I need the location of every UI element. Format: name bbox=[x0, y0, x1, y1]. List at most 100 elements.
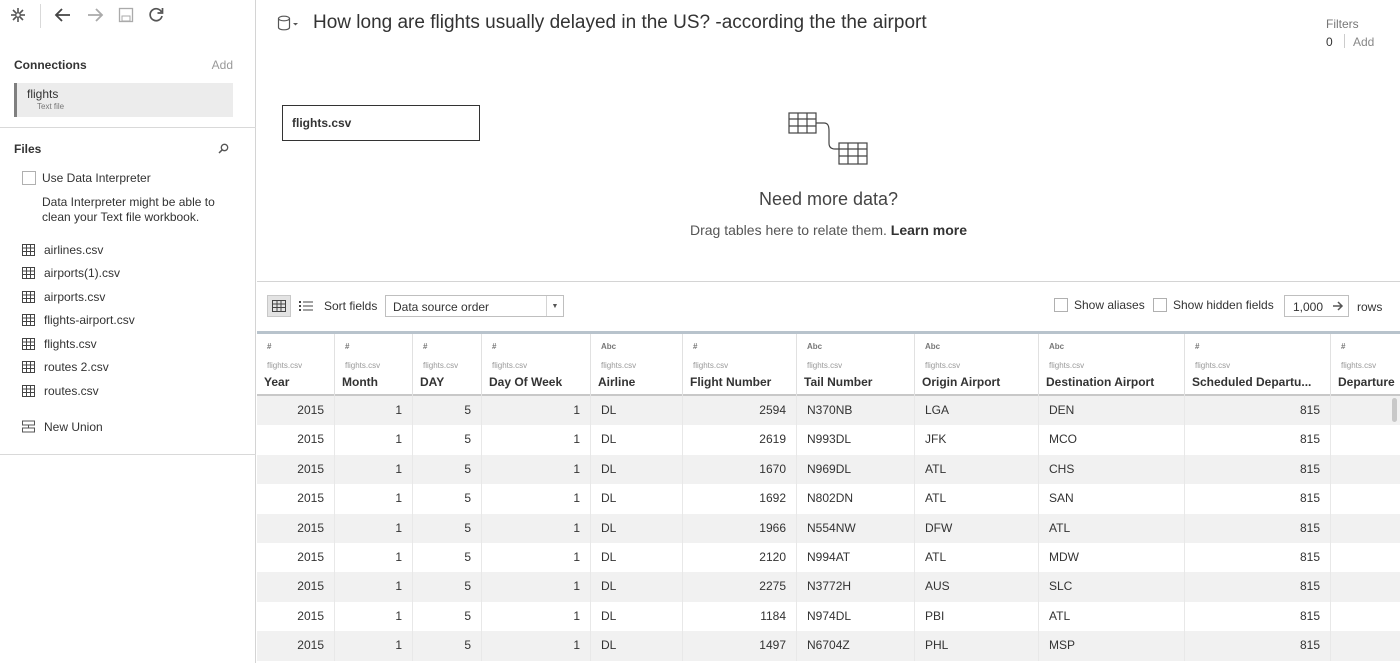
new-union-item[interactable]: New Union bbox=[22, 420, 103, 434]
column-header[interactable]: Abc flights.csv Tail Number bbox=[797, 334, 915, 396]
show-hidden-fields-toggle[interactable]: Show hidden fields bbox=[1153, 298, 1274, 312]
column-name: Scheduled Departu... bbox=[1192, 375, 1312, 389]
use-data-interpreter-checkbox[interactable] bbox=[22, 171, 36, 185]
file-item[interactable]: airlines.csv bbox=[22, 238, 242, 262]
table-cell: 815 bbox=[1185, 454, 1331, 485]
table-cell: N802DN bbox=[797, 484, 915, 514]
string-type-icon[interactable]: Abc bbox=[807, 342, 822, 351]
table-cell: 815 bbox=[1185, 601, 1331, 632]
number-type-icon[interactable]: # bbox=[267, 342, 271, 351]
table-cell: MDW bbox=[1039, 542, 1185, 573]
column-header[interactable]: # flights.csv Year bbox=[257, 334, 335, 396]
file-item[interactable]: routes 2.csv bbox=[22, 356, 242, 380]
column-header[interactable]: # flights.csv Day Of Week bbox=[482, 334, 591, 396]
sort-fields-value: Data source order bbox=[393, 300, 490, 314]
column-source: flights.csv bbox=[693, 361, 729, 370]
table-icon bbox=[22, 267, 36, 280]
arrow-right-icon[interactable] bbox=[1331, 299, 1345, 316]
table-cell: 2015 bbox=[257, 396, 335, 426]
number-type-icon[interactable]: # bbox=[345, 342, 349, 351]
table-cell: 2015 bbox=[257, 572, 335, 602]
file-item[interactable]: flights-airport.csv bbox=[22, 309, 242, 333]
string-type-icon[interactable]: Abc bbox=[925, 342, 940, 351]
table-icon bbox=[22, 384, 36, 397]
number-type-icon[interactable]: # bbox=[1195, 342, 1199, 351]
table-cell: 1184 bbox=[683, 601, 797, 632]
table-cell bbox=[1331, 514, 1400, 543]
back-icon[interactable] bbox=[54, 6, 72, 24]
connection-type: Text file bbox=[37, 102, 65, 111]
file-item[interactable]: airports.csv bbox=[22, 285, 242, 309]
column-header[interactable]: # flights.csv Scheduled Departu... bbox=[1185, 334, 1331, 396]
table-cell bbox=[1331, 396, 1400, 425]
table-cell: 2015 bbox=[257, 601, 335, 632]
table-cell: 1 bbox=[482, 542, 591, 573]
table-cell: MSP bbox=[1039, 631, 1185, 661]
number-type-icon[interactable]: # bbox=[492, 342, 496, 351]
column-header[interactable]: Abc flights.csv Airline bbox=[591, 334, 683, 396]
table-cell: N969DL bbox=[797, 454, 915, 485]
column-header[interactable]: # flights.csv Departure bbox=[1331, 334, 1400, 396]
file-item[interactable]: routes.csv bbox=[22, 379, 242, 403]
file-item[interactable]: flights.csv bbox=[22, 332, 242, 356]
save-icon[interactable] bbox=[117, 6, 135, 24]
table-cell: 5 bbox=[413, 425, 482, 455]
main-area: How long are flights usually delayed in … bbox=[257, 0, 1400, 663]
learn-more-link[interactable]: Learn more bbox=[891, 222, 967, 238]
vertical-scrollbar[interactable] bbox=[1392, 398, 1397, 422]
table-cell: 1 bbox=[335, 542, 413, 573]
search-icon[interactable] bbox=[218, 143, 229, 157]
table-cell: 5 bbox=[413, 454, 482, 485]
data-source-title[interactable]: How long are flights usually delayed in … bbox=[313, 12, 927, 34]
file-name: airports.csv bbox=[44, 289, 106, 304]
show-aliases-toggle[interactable]: Show aliases bbox=[1054, 298, 1145, 312]
table-cell: DL bbox=[591, 631, 683, 661]
forward-icon[interactable] bbox=[86, 6, 104, 24]
number-type-icon[interactable]: # bbox=[693, 342, 697, 351]
canvas-divider[interactable] bbox=[257, 281, 1400, 282]
grid-toolbar: Sort fields Data source order ▼ Show ali… bbox=[267, 294, 1400, 318]
number-type-icon[interactable]: # bbox=[423, 342, 427, 351]
file-item[interactable]: airports(1).csv bbox=[22, 262, 242, 286]
column-header[interactable]: Abc flights.csv Origin Airport bbox=[915, 334, 1039, 396]
column-header[interactable]: Abc flights.csv Destination Airport bbox=[1039, 334, 1185, 396]
grid-body: 2015 1 5 1 DL 2594 N370NB LGA DEN 815 2015 1 5 1 DL 261… bbox=[257, 396, 1400, 661]
table-cell: 815 bbox=[1185, 396, 1331, 426]
table-cell: 5 bbox=[413, 572, 482, 602]
drag-hint-text: Drag tables here to relate them. bbox=[689, 222, 887, 238]
grid-view-icon[interactable] bbox=[267, 295, 291, 317]
use-data-interpreter-label[interactable]: Use Data Interpreter bbox=[42, 171, 151, 185]
table-cell: 1 bbox=[335, 454, 413, 485]
database-icon[interactable] bbox=[277, 15, 299, 31]
show-aliases-checkbox[interactable] bbox=[1054, 298, 1068, 312]
show-hidden-fields-checkbox[interactable] bbox=[1153, 298, 1167, 312]
table-icon bbox=[22, 361, 36, 374]
table-cell: N3772H bbox=[797, 572, 915, 602]
canvas-table[interactable]: flights.csv bbox=[282, 105, 480, 141]
column-header[interactable]: # flights.csv Flight Number bbox=[683, 334, 797, 396]
table-cell: DL bbox=[591, 425, 683, 455]
table-cell: 1 bbox=[482, 631, 591, 661]
table-cell bbox=[1331, 631, 1400, 660]
add-connection-link[interactable]: Add bbox=[212, 58, 233, 72]
table-row: 2015 1 5 1 DL 2120 N994AT ATL MDW 815 bbox=[257, 542, 1400, 573]
column-header[interactable]: # flights.csv Month bbox=[335, 334, 413, 396]
table-cell: ATL bbox=[1039, 601, 1185, 632]
rows-count-input[interactable]: 1,000 bbox=[1284, 295, 1349, 317]
sort-fields-select[interactable]: Data source order ▼ bbox=[385, 295, 564, 317]
table-cell: 5 bbox=[413, 631, 482, 661]
column-name: Origin Airport bbox=[922, 375, 1001, 389]
refresh-icon[interactable] bbox=[147, 6, 165, 24]
string-type-icon[interactable]: Abc bbox=[601, 342, 616, 351]
add-filter-link[interactable]: Add bbox=[1353, 35, 1374, 49]
number-type-icon[interactable]: # bbox=[1341, 342, 1345, 351]
filters-panel: Filters 0 Add bbox=[1326, 17, 1390, 49]
connections-header: Connections Add bbox=[14, 58, 233, 74]
files-title: Files bbox=[14, 142, 42, 156]
tableau-logo-icon[interactable] bbox=[9, 6, 27, 24]
connection-item[interactable]: flights Text file bbox=[14, 83, 233, 117]
string-type-icon[interactable]: Abc bbox=[1049, 342, 1064, 351]
table-cell: DL bbox=[591, 454, 683, 485]
column-header[interactable]: # flights.csv DAY bbox=[413, 334, 482, 396]
list-view-icon[interactable] bbox=[294, 295, 318, 317]
